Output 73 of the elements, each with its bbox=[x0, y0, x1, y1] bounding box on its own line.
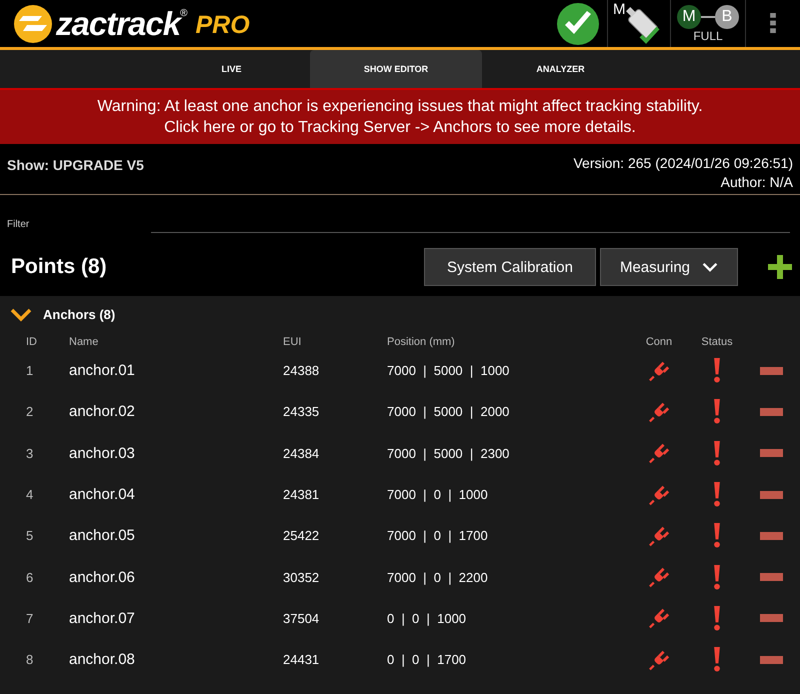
remove-button[interactable] bbox=[760, 408, 782, 416]
name-cell-text: anchor.03 bbox=[69, 444, 136, 462]
eui-cell-text: 24384 bbox=[283, 446, 320, 461]
mode-b-indicator: B bbox=[715, 4, 739, 28]
column-header: ID bbox=[25, 336, 38, 348]
id-cell-text: 7 bbox=[25, 610, 34, 626]
eui-cell-text: 25422 bbox=[283, 528, 320, 544]
id-cell-text: 4 bbox=[25, 487, 34, 502]
remove-button[interactable] bbox=[760, 573, 782, 582]
position-cell-text: 0 | 0 | 1000 bbox=[387, 610, 468, 626]
column-header: Position (mm) bbox=[387, 336, 456, 348]
add-icon[interactable] bbox=[768, 255, 792, 279]
tab[interactable]: ANALYZER bbox=[482, 50, 639, 88]
warning-text: Click here or go to Tracking Server -> Anchors to see more details. bbox=[164, 118, 636, 138]
name-cell-text: anchor.02 bbox=[69, 403, 136, 420]
measuring-dropdown[interactable]: Measuring bbox=[600, 248, 738, 286]
logo-text: zactrack bbox=[56, 4, 180, 42]
version-text: Version: 265 (2024/01/26 09:26:51) bbox=[573, 154, 793, 173]
mode-status: FULL bbox=[693, 28, 723, 42]
name-cell-text: anchor.04 bbox=[69, 486, 136, 504]
logo-pro-text: PRO bbox=[195, 11, 250, 40]
id-cell-text: 2 bbox=[25, 404, 34, 420]
column-header: Status bbox=[700, 336, 734, 348]
id-cell-text: 3 bbox=[25, 446, 34, 461]
group-title: Anchors (8) bbox=[43, 307, 116, 322]
points-title: Points (8) bbox=[11, 255, 108, 279]
logo-icon bbox=[13, 4, 53, 44]
remove-button[interactable] bbox=[760, 532, 782, 540]
id-cell-text: 8 bbox=[25, 652, 34, 668]
eui-cell-text: 24431 bbox=[283, 652, 320, 668]
eui-cell-text: 24388 bbox=[283, 363, 320, 378]
position-cell-text: 7000 | 5000 | 1000 bbox=[387, 363, 510, 378]
column-header: EUI bbox=[283, 336, 302, 348]
show-name: Show: UPGRADE V5 bbox=[7, 157, 144, 175]
position-cell-text: 7000 | 5000 | 2000 bbox=[387, 404, 510, 420]
tab[interactable]: SHOW EDITOR bbox=[310, 50, 482, 88]
name-cell-text: anchor.06 bbox=[69, 568, 136, 586]
name-cell-text: anchor.01 bbox=[69, 362, 136, 380]
position-cell-text: 7000 | 0 | 1000 bbox=[387, 487, 489, 502]
eui-cell-text: 24381 bbox=[283, 487, 320, 502]
position-cell-text: 7000 | 5000 | 2300 bbox=[387, 446, 510, 461]
remove-button[interactable] bbox=[760, 490, 782, 499]
remove-button[interactable] bbox=[760, 366, 782, 375]
remove-button[interactable] bbox=[760, 614, 782, 622]
check-icon[interactable] bbox=[556, 2, 600, 46]
author-text: Author: N/A bbox=[720, 173, 793, 192]
name-cell-text: anchor.08 bbox=[69, 651, 136, 668]
warning-banner[interactable]: Warning: At least one anchor is experiencing issues that might affect tracking stability. Click here or go to Tracking Server -> Anchors to see more details. bbox=[0, 88, 800, 144]
menu-icon[interactable] bbox=[770, 13, 776, 34]
chevron-icon bbox=[702, 262, 718, 272]
id-cell-text: 5 bbox=[25, 528, 34, 544]
name-cell-text: anchor.05 bbox=[69, 527, 136, 544]
warning-text: Warning: At least one anchor is experiencing issues that might affect tracking stability. bbox=[97, 97, 703, 117]
remove-button[interactable] bbox=[760, 449, 782, 458]
filter-label: Filter bbox=[7, 219, 30, 230]
registered-mark: ® bbox=[180, 8, 188, 19]
eui-cell-text: 37504 bbox=[283, 610, 320, 626]
column-header: Conn bbox=[644, 336, 674, 348]
column-header: Name bbox=[69, 336, 100, 348]
name-cell-text: anchor.07 bbox=[69, 610, 136, 627]
system-calibration-button[interactable]: System Calibration bbox=[424, 248, 596, 286]
chevron-icon[interactable] bbox=[10, 308, 32, 322]
tab[interactable]: LIVE bbox=[153, 50, 310, 88]
position-cell-text: 0 | 0 | 1700 bbox=[387, 652, 468, 668]
position-cell-text: 7000 | 0 | 2200 bbox=[387, 570, 489, 585]
server-label: M bbox=[613, 1, 626, 18]
mode-m-indicator: M bbox=[677, 4, 701, 28]
eui-cell-text: 24335 bbox=[283, 404, 320, 420]
eui-cell-text: 30352 bbox=[283, 570, 320, 585]
id-cell-text: 6 bbox=[25, 570, 34, 585]
remove-button[interactable] bbox=[760, 656, 782, 664]
position-cell-text: 7000 | 0 | 1700 bbox=[387, 528, 489, 544]
id-cell-text: 1 bbox=[25, 363, 34, 378]
